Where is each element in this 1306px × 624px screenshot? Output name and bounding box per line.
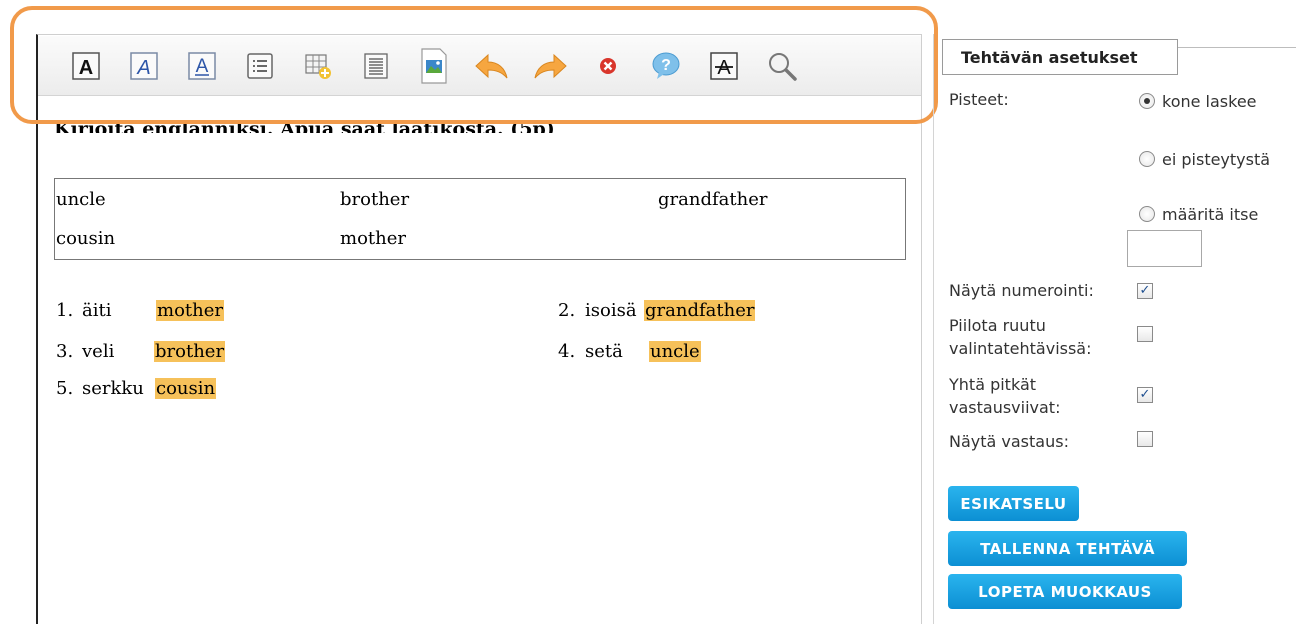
points-custom-label: määritä itse (1162, 205, 1259, 224)
help-icon[interactable]: ? (646, 46, 686, 86)
check-mark-icon: ✓ (1139, 283, 1151, 298)
word-box: uncle brother grandfather cousin mother (54, 178, 906, 260)
list-icon[interactable] (240, 46, 280, 86)
answer-field[interactable]: grandfather (644, 300, 756, 321)
item-prompt: serkku (82, 378, 144, 399)
hide-box-checkbox[interactable] (1137, 326, 1153, 342)
item-number: 3. (56, 341, 74, 362)
answer-field[interactable]: brother (154, 341, 226, 362)
word-box-item: uncle (56, 189, 106, 210)
insert-table-icon[interactable] (298, 46, 338, 86)
answer-field[interactable]: mother (156, 300, 224, 321)
exercise-instruction: Kirjoita englanniksi. Apua saat laatikos… (54, 118, 555, 133)
check-mark-icon: ✓ (1139, 387, 1151, 402)
item-number: 2. (558, 300, 576, 321)
hide-box-label: Piilota ruutu (949, 316, 1046, 335)
save-exercise-button[interactable]: TALLENNA TEHTÄVÄ (948, 531, 1187, 566)
item-prompt: veli (82, 341, 115, 362)
insert-image-icon[interactable] (414, 46, 454, 86)
undo-icon[interactable] (472, 46, 512, 86)
show-numbering-checkbox[interactable]: ✓ (1137, 283, 1153, 299)
item-prompt: äiti (82, 300, 112, 321)
show-numbering-label: Näytä numerointi: (949, 281, 1094, 300)
equal-lines-checkbox[interactable]: ✓ (1137, 387, 1153, 403)
exercise-editor[interactable]: Kirjoita englanniksi. Apua saat laatikos… (40, 97, 920, 621)
word-box-item: brother (340, 189, 410, 210)
points-auto-label: kone laskee (1162, 92, 1257, 111)
points-input[interactable] (1127, 230, 1202, 267)
settings-tab[interactable]: Tehtävän asetukset (942, 39, 1178, 75)
redo-icon[interactable] (530, 46, 570, 86)
equal-lines-label: Yhtä pitkät (949, 375, 1037, 394)
points-auto-radio[interactable] (1139, 93, 1155, 109)
formatting-toolbar: A A A ? A (38, 36, 921, 96)
word-box-item: grandfather (658, 189, 768, 210)
answer-field[interactable]: uncle (649, 341, 701, 362)
settings-panel: Tehtävän asetukset Pisteet: kone laskee … (933, 34, 1306, 624)
svg-text:A: A (717, 57, 731, 79)
italic-text-icon[interactable]: A (124, 46, 164, 86)
bold-text-icon[interactable]: A (66, 46, 106, 86)
item-number: 5. (56, 378, 74, 399)
points-none-radio[interactable] (1139, 151, 1155, 167)
svg-text:?: ? (661, 57, 671, 74)
show-answer-checkbox[interactable] (1137, 431, 1153, 447)
item-prompt: setä (585, 341, 623, 362)
tab-divider (1178, 47, 1296, 48)
preview-button[interactable]: ESIKATSELU (948, 486, 1079, 521)
search-icon[interactable] (762, 46, 802, 86)
align-text-icon[interactable] (356, 46, 396, 86)
word-box-item: mother (340, 228, 406, 249)
item-number: 4. (558, 341, 576, 362)
item-number: 1. (56, 300, 74, 321)
finish-editing-button[interactable]: LOPETA MUOKKAUS (948, 574, 1182, 609)
answer-field[interactable]: cousin (155, 378, 217, 399)
hide-box-label-cont: valintatehtävissä: (949, 339, 1092, 358)
delete-icon[interactable] (588, 46, 628, 86)
item-prompt: isoisä (585, 300, 637, 321)
equal-lines-label-cont: vastausviivat: (949, 398, 1061, 417)
svg-text:A: A (79, 57, 93, 79)
show-answer-label: Näytä vastaus: (949, 432, 1069, 451)
svg-text:A: A (196, 56, 209, 77)
strikethrough-text-icon[interactable]: A (704, 46, 744, 86)
svg-text:A: A (136, 57, 150, 79)
points-none-label: ei pisteytystä (1162, 150, 1271, 169)
points-label: Pisteet: (949, 90, 1009, 109)
word-box-item: cousin (56, 228, 116, 249)
points-custom-radio[interactable] (1139, 206, 1155, 222)
underline-text-icon[interactable]: A (182, 46, 222, 86)
